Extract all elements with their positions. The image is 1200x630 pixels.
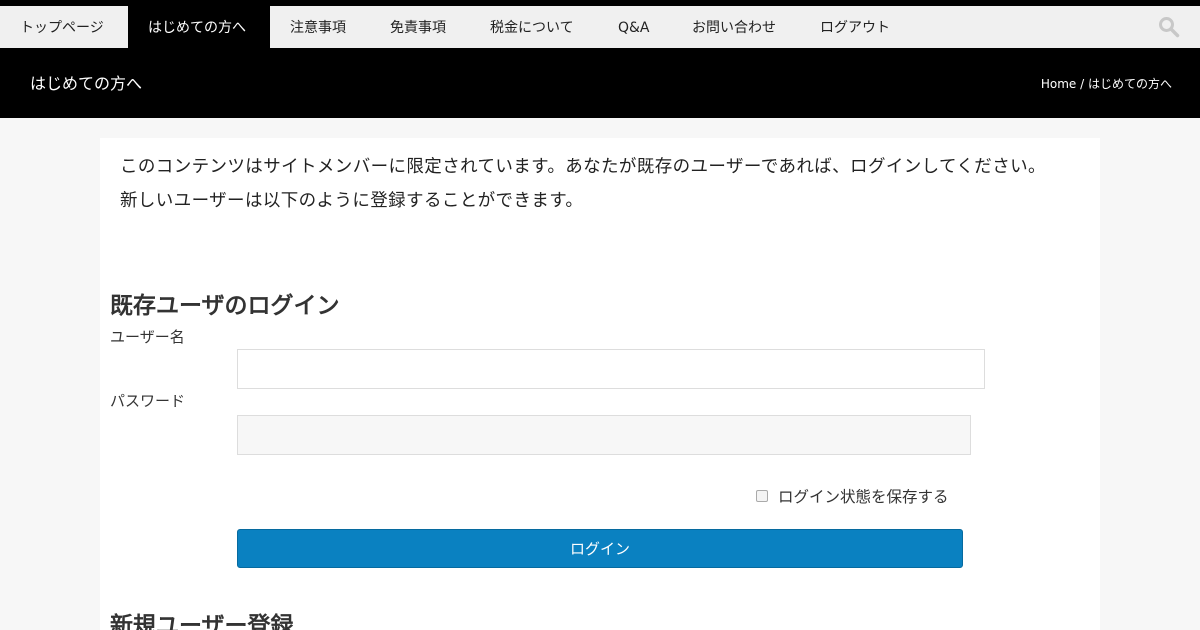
- nav-item-notes[interactable]: 注意事項: [290, 6, 346, 48]
- breadcrumb[interactable]: Home / はじめての方へ: [1041, 48, 1172, 120]
- search-icon[interactable]: [1158, 16, 1180, 38]
- content-area: このコンテンツはサイトメンバーに限定されています。あなたが既存のユーザーであれば…: [100, 138, 1100, 630]
- login-button[interactable]: ログイン: [237, 529, 963, 568]
- nav-item-first-time[interactable]: はじめての方へ: [128, 6, 270, 48]
- remember-me-label[interactable]: ログイン状態を保存する: [778, 485, 949, 507]
- notice-text: このコンテンツはサイトメンバーに限定されています。あなたが既存のユーザーであれば…: [120, 157, 1046, 177]
- username-field[interactable]: [237, 349, 985, 389]
- login-section-title: 既存ユーザのログイン: [110, 293, 340, 319]
- nav-item-qa[interactable]: Q&A: [618, 6, 650, 48]
- members-only-notice: このコンテンツはサイトメンバーに限定されています。あなたが既存のユーザーであれば…: [120, 150, 1080, 218]
- page-header: はじめての方へ Home / はじめての方へ: [0, 48, 1200, 118]
- nav-item-disclaimer[interactable]: 免責事項: [390, 6, 446, 48]
- password-field[interactable]: [237, 415, 971, 455]
- main-nav: トップページ はじめての方へ 注意事項 免責事項 税金について Q&A お問い合…: [0, 6, 1200, 48]
- page-title: はじめての方へ: [30, 74, 143, 93]
- username-label: ユーザー名: [110, 328, 185, 346]
- password-label: パスワード: [110, 392, 186, 410]
- nav-item-tax[interactable]: 税金について: [490, 6, 574, 48]
- remember-me: ログイン状態を保存する: [756, 484, 949, 508]
- remember-me-checkbox[interactable]: [756, 490, 768, 502]
- nav-item-logout[interactable]: ログアウト: [820, 6, 890, 48]
- nav-item-contact[interactable]: お問い合わせ: [692, 6, 776, 48]
- register-section-title: 新規ユーザー登録: [110, 613, 294, 630]
- nav-item-top[interactable]: トップページ: [0, 6, 128, 48]
- register-hint-text: 新しいユーザーは以下のように登録することができます。: [120, 191, 584, 211]
